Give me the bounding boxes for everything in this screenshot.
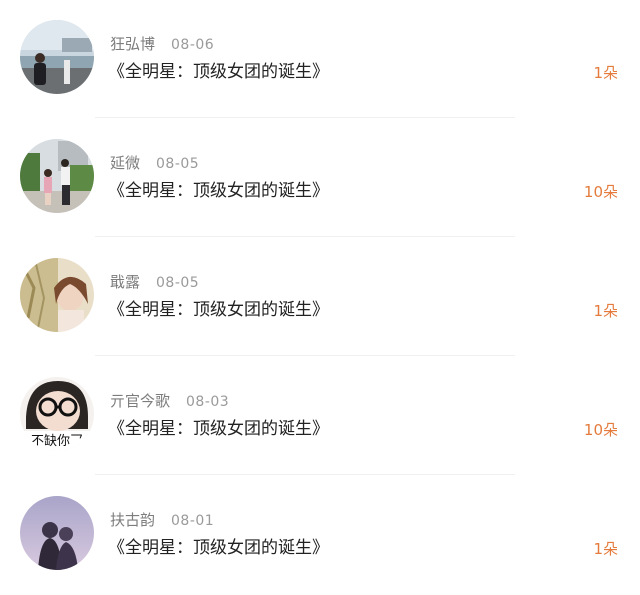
avatar[interactable]: 不缺你乛	[20, 377, 94, 451]
item-title: 《全明星：顶级女团的诞生》	[108, 62, 329, 82]
avatar[interactable]	[20, 20, 94, 94]
gift-record-list: 狂弘博 08-06 《全明星：顶级女团的诞生》 1朵 延微 08-05 《全明星…	[0, 0, 640, 579]
gift-count: 10朵	[583, 421, 618, 439]
item-title: 《全明星：顶级女团的诞生》	[108, 419, 329, 439]
list-item[interactable]: 狂弘博 08-06 《全明星：顶级女团的诞生》 1朵	[0, 0, 640, 119]
avatar[interactable]	[20, 496, 94, 570]
list-item[interactable]: 戢露 08-05 《全明星：顶级女团的诞生》 1朵	[0, 238, 640, 357]
avatar-photo-couple	[20, 496, 94, 570]
divider	[95, 236, 515, 237]
username[interactable]: 亓官今歌	[110, 392, 170, 410]
item-title: 《全明星：顶级女团的诞生》	[108, 538, 329, 558]
item-meta: 亓官今歌 08-03	[110, 390, 229, 412]
list-item[interactable]: 扶古韵 08-01 《全明星：顶级女团的诞生》 1朵	[0, 476, 640, 595]
username[interactable]: 扶古韵	[110, 511, 155, 529]
avatar-photo-portrait	[20, 258, 94, 332]
divider	[95, 117, 515, 118]
avatar-photo-street	[20, 139, 94, 213]
gift-count: 1朵	[593, 64, 618, 82]
list-item[interactable]: 不缺你乛 亓官今歌 08-03 《全明星：顶级女团的诞生》 10朵	[0, 357, 640, 476]
avatar[interactable]	[20, 258, 94, 332]
item-meta: 扶古韵 08-01	[110, 509, 214, 531]
avatar-caption: 不缺你乛	[31, 434, 83, 449]
date: 08-05	[156, 156, 200, 172]
username[interactable]: 延微	[110, 154, 140, 172]
item-title: 《全明星：顶级女团的诞生》	[108, 181, 329, 201]
item-meta: 狂弘博 08-06	[110, 33, 214, 55]
item-meta: 延微 08-05	[110, 152, 199, 174]
username[interactable]: 狂弘博	[110, 35, 155, 53]
avatar-photo-glasses: 不缺你乛	[20, 377, 94, 451]
divider	[95, 474, 515, 475]
list-item[interactable]: 延微 08-05 《全明星：顶级女团的诞生》 10朵	[0, 119, 640, 238]
date: 08-05	[156, 275, 200, 291]
item-title: 《全明星：顶级女团的诞生》	[108, 300, 329, 320]
avatar[interactable]	[20, 139, 94, 213]
date: 08-06	[171, 37, 215, 53]
avatar-photo-riverside	[20, 20, 94, 94]
gift-count: 1朵	[593, 540, 618, 558]
date: 08-01	[171, 513, 215, 529]
divider	[95, 355, 515, 356]
item-meta: 戢露 08-05	[110, 271, 199, 293]
username[interactable]: 戢露	[110, 273, 140, 291]
date: 08-03	[186, 394, 230, 410]
gift-count: 1朵	[593, 302, 618, 320]
gift-count: 10朵	[583, 183, 618, 201]
